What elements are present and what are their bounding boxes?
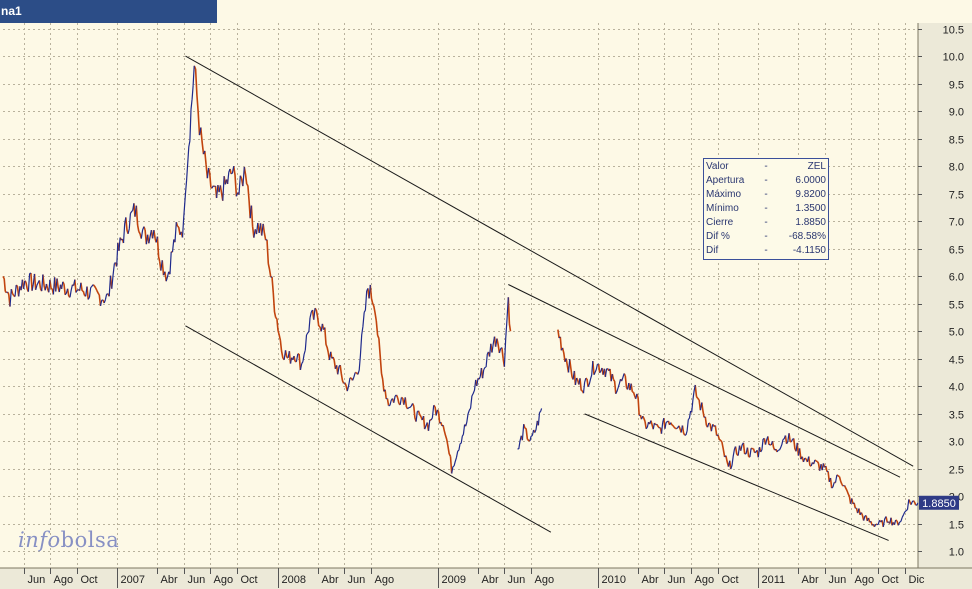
stats-value: -68.58% [788,231,826,242]
x-tick-label: Ago [54,574,74,586]
stats-separator: - [764,217,768,228]
y-tick-label: 2.5 [949,465,964,477]
stats-row-maximo: Máximo - 9.8200 [706,188,826,202]
stats-label: Apertura [706,175,745,186]
stats-separator: - [764,231,768,242]
y-tick-label: 3.0 [949,437,964,449]
y-tick-label: 9.5 [949,80,964,92]
stats-value: ZEL [807,161,826,172]
stats-row-apertura: Apertura - 6.0000 [706,174,826,188]
stats-separator: - [764,203,768,214]
sheet-tab-label: na1 [1,4,22,18]
plot-area [0,23,972,589]
x-tick-label: Oct [722,574,739,586]
x-tick-label: Dic [909,574,925,586]
stats-separator: - [764,175,768,186]
stats-label: Mínimo [706,203,739,214]
stats-separator: - [764,189,768,200]
y-tick-label: 4.0 [949,382,964,394]
x-tick-label: Oct [81,574,98,586]
price-chart: 1.01.52.02.53.03.54.04.55.05.56.06.57.07… [0,23,972,589]
infobolsa-logo: infobolsa [18,528,119,552]
x-tick-label: Jun [829,574,847,586]
stats-label: Máximo [706,189,742,200]
y-tick-label: 10.0 [943,52,964,64]
y-tick-label: 9.0 [949,107,964,119]
x-tick-label: 2011 [762,574,786,586]
stats-label: Dif % [706,231,730,242]
x-tick-label: Abr [322,574,339,586]
y-tick-label: 1.5 [949,520,964,532]
stats-value: 9.8200 [795,189,826,200]
stats-value: 6.0000 [795,175,826,186]
stats-row-valor: Valor - ZEL [706,160,826,174]
x-tick-label: Jun [28,574,46,586]
x-tick-label: Ago [214,574,234,586]
x-tick-label: Abr [802,574,819,586]
x-tick-label: Ago [375,574,395,586]
x-tick-label: 2007 [121,574,145,586]
x-tick-label: Jun [668,574,686,586]
stats-label: Cierre [706,217,734,228]
stats-row-cierre: Cierre - 1.8850 [706,216,826,230]
x-tick-label: Abr [482,574,499,586]
stats-value: -4.1150 [792,245,826,256]
x-tick-label: Oct [882,574,899,586]
stats-value: 1.3500 [795,203,826,214]
x-tick-label: Oct [241,574,258,586]
stats-box: Valor - ZEL Apertura - 6.0000 Máximo - 9… [703,158,829,260]
logo-part-bolsa: bolsa [60,528,120,552]
y-tick-label: 1.0 [949,547,964,559]
x-tick-label: Jun [508,574,526,586]
y-tick-label: 5.5 [949,300,964,312]
x-tick-label: 2010 [602,574,626,586]
sheet-tab[interactable]: na1 [0,0,217,23]
logo-part-info: info [18,528,61,552]
stats-value: 1.8850 [795,217,826,228]
stats-separator: - [764,161,768,172]
y-tick-label: 10.5 [943,25,964,37]
tab-strip [217,0,972,24]
stats-row-dif-pct: Dif % - -68.58% [706,230,826,244]
stats-row-minimo: Mínimo - 1.3500 [706,202,826,216]
x-tick-label: Jun [348,574,366,586]
y-tick-label: 5.0 [949,327,964,339]
y-tick-label: 8.5 [949,135,964,147]
y-tick-label: 6.0 [949,272,964,284]
y-tick-label: 6.5 [949,245,964,257]
x-tick-label: Abr [642,574,659,586]
x-tick-label: Ago [535,574,555,586]
x-tick-label: 2008 [282,574,306,586]
y-tick-label: 7.0 [949,217,964,229]
stats-row-dif: Dif - -4.1150 [706,244,826,258]
y-tick-label: 3.5 [949,410,964,422]
last-price-label: 1.8850 [922,498,956,510]
x-tick-label: Ago [855,574,875,586]
y-axis-panel [918,23,972,568]
x-tick-label: Jun [188,574,206,586]
stats-separator: - [764,245,768,256]
stats-label: Dif [706,245,719,256]
stats-label: Valor [706,161,729,172]
x-tick-label: 2009 [442,574,466,586]
x-tick-label: Ago [695,574,715,586]
y-tick-label: 8.0 [949,162,964,174]
y-tick-label: 7.5 [949,190,964,202]
x-tick-label: Abr [161,574,178,586]
y-tick-label: 4.5 [949,355,964,367]
plot-background [0,23,918,568]
